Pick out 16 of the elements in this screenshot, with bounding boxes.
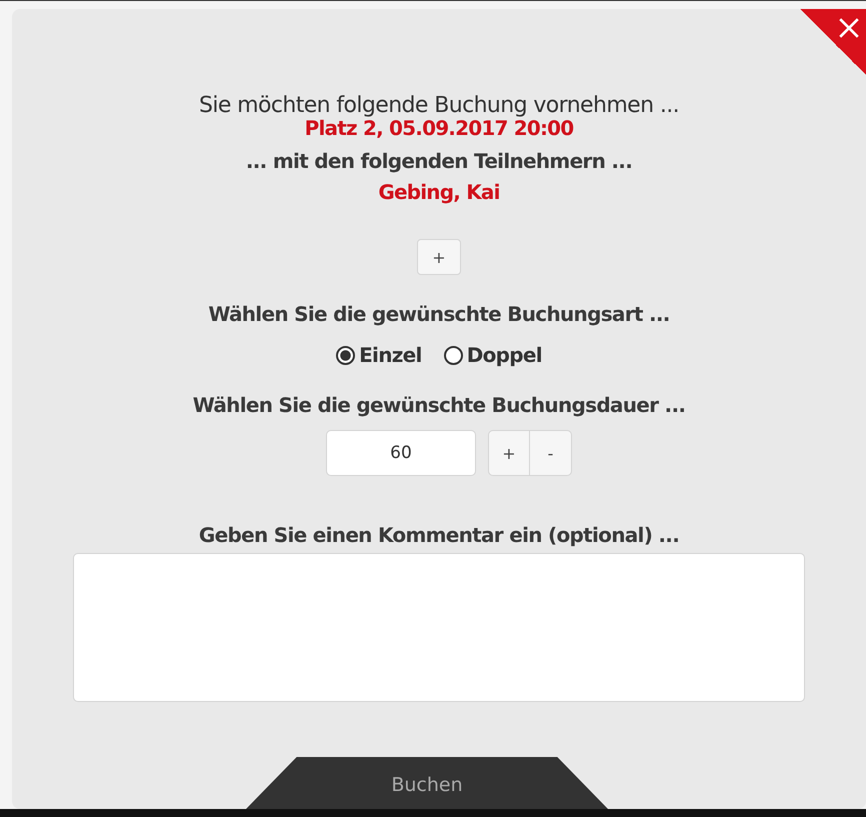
close-icon: [838, 17, 860, 39]
booking-type-radio[interactable]: Einzel: [336, 343, 422, 367]
booking-details: Platz 2, 05.09.2017 20:00: [304, 116, 574, 140]
add-participant-button[interactable]: +: [417, 239, 461, 275]
increase-button[interactable]: +: [488, 430, 530, 476]
duration-field[interactable]: 60: [326, 430, 476, 476]
booking-type-label: Wählen Sie die gewünschte Buchungsart ...: [208, 302, 670, 326]
dialog-heading: Sie möchten folgende Buchung vornehmen ...: [198, 93, 680, 118]
comment-label: Geben Sie einen Kommentar ein (optional) ...: [198, 523, 680, 547]
participants-label: ... mit den folgenden Teilnehmern ...: [246, 149, 632, 173]
booking-type-radio[interactable]: Doppel: [444, 343, 542, 367]
submit-button[interactable]: Buchen: [246, 757, 608, 809]
comment-field[interactable]: [73, 553, 805, 702]
decrease-button[interactable]: -: [530, 430, 572, 476]
duration-label: Wählen Sie die gewünschte Buchungsdauer ...: [192, 393, 686, 417]
participant-name: Gebing, Kai: [378, 180, 500, 204]
